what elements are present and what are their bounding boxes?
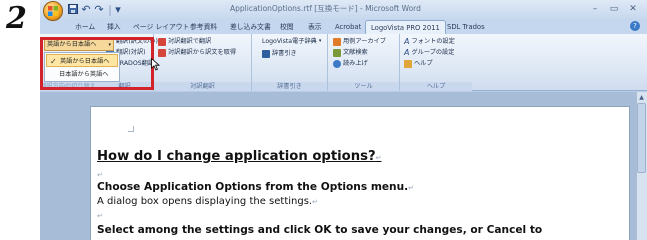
help-button[interactable]: ヘルプ [404, 58, 433, 69]
window-title: ApplicationOptions.rtf [互換モード] - Microso… [230, 4, 421, 13]
dictionary-lookup-button[interactable]: 辞書引き [262, 48, 297, 59]
example-archive-button[interactable]: 用例アーカイブ [333, 36, 386, 47]
document-bold-line-2: Select among the settings and click OK t… [97, 224, 543, 236]
dictionary-lookup-label: 辞書引き [272, 50, 297, 57]
read-aloud-label: 読み上げ [343, 60, 368, 67]
mouse-pointer-icon [151, 58, 160, 71]
help-icon[interactable]: ? [630, 21, 640, 31]
help-label: ヘルプ [414, 60, 433, 67]
empty-paragraph-mark: ↵ [97, 171, 103, 179]
taiyaku-get-button[interactable]: 対訳翻訳から訳文を取得 [158, 47, 236, 58]
paragraph-mark: ↵ [375, 154, 382, 162]
dropdown-arrow-icon: ▾ [318, 38, 322, 44]
group-settings-label: グループの設定 [411, 49, 455, 56]
scroll-up-icon[interactable]: ▲ [637, 93, 646, 102]
dictionary-group-label: 辞書引き [252, 82, 327, 91]
step-number: 2 [6, 1, 27, 36]
document-bold-line-1: Choose Application Options from the Opti… [97, 181, 415, 193]
help-group-label: ヘルプ [400, 82, 472, 91]
customize-qat-icon[interactable]: ▾ [112, 3, 124, 16]
literature-search-button[interactable]: 文献検索 [333, 47, 368, 58]
undo-icon[interactable]: ↶ [80, 3, 92, 16]
document-page[interactable] [90, 106, 630, 240]
read-aloud-button[interactable]: 読み上げ [333, 58, 368, 69]
font-settings-button[interactable]: A フォントの設定 [404, 36, 455, 47]
tab-review[interactable]: 校閲 [275, 20, 299, 34]
crop-mark [128, 126, 134, 132]
help-book-icon [404, 59, 412, 68]
search-icon [333, 48, 341, 57]
empty-paragraph-mark-2: ↵ [97, 212, 103, 220]
archive-icon [333, 37, 341, 46]
taiyaku-icon [158, 37, 166, 46]
tab-sdl-trados[interactable]: SDL Trados [442, 20, 490, 34]
tab-view[interactable]: 表示 [303, 20, 327, 34]
taiyaku-translate-label: 対訳翻訳で翻訳 [168, 38, 212, 45]
tab-references[interactable]: 参考資料 [185, 20, 222, 34]
speaker-icon [333, 59, 341, 68]
taiyaku-group-label: 対訳翻訳 [154, 82, 251, 91]
font-icon: A [404, 37, 410, 46]
highlight-box [40, 37, 154, 90]
taiyaku-get-label: 対訳翻訳から訳文を取得 [168, 49, 237, 56]
document-heading: How do I change application options?↵ [97, 149, 382, 164]
tab-acrobat[interactable]: Acrobat [330, 20, 366, 34]
font-settings-label: フォントの設定 [411, 38, 455, 45]
tab-mailings[interactable]: 差し込み文書 [225, 20, 276, 34]
document-normal-line-1: A dialog box opens displaying the settin… [97, 196, 318, 207]
tools-group-label: ツール [328, 82, 399, 91]
group-font-icon: A [404, 48, 410, 57]
example-archive-label: 用例アーカイブ [343, 38, 386, 45]
group-settings-button[interactable]: A グループの設定 [404, 47, 454, 58]
scrollbar-thumb[interactable] [637, 103, 646, 173]
literature-search-label: 文献検索 [343, 49, 368, 56]
tab-logovista[interactable]: LogoVista PRO 2011 [365, 20, 446, 34]
tab-home[interactable]: ホーム [70, 20, 100, 34]
taiyaku-get-icon [158, 48, 166, 57]
tab-insert[interactable]: 挿入 [102, 20, 126, 34]
logovista-dictionary-label: LogoVista電子辞典 [262, 38, 317, 45]
minimize-button[interactable]: – [586, 2, 604, 15]
dictionary-icon [262, 49, 270, 58]
logovista-dictionary-button[interactable]: LogoVista電子辞典 ▾ [262, 36, 321, 47]
word-window: ↶ ↷ | ▾ ApplicationOptions.rtf [互換モード] -… [40, 0, 647, 240]
office-logo-icon [48, 6, 58, 16]
restore-button[interactable]: ▭ [605, 2, 623, 15]
close-button[interactable]: ✕ [624, 2, 642, 15]
office-button[interactable] [43, 1, 63, 21]
taiyaku-translate-button[interactable]: 対訳翻訳で翻訳 [158, 36, 211, 47]
save-icon[interactable] [67, 3, 79, 15]
